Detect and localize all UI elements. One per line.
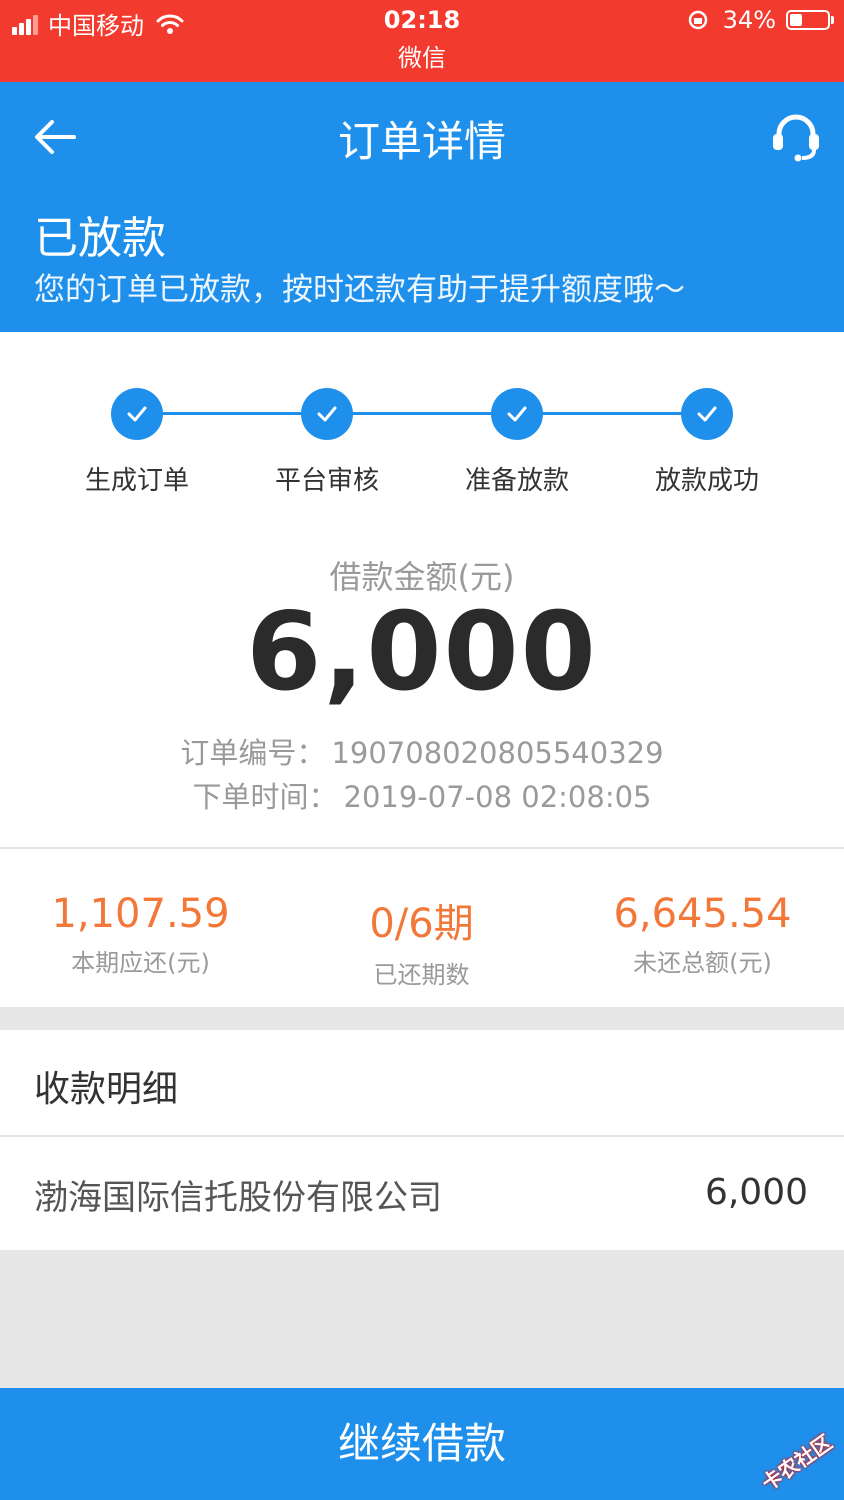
stat-outstanding-total: 6,645.54 未还总额(元) [562, 891, 843, 978]
rotation-lock-icon [688, 10, 707, 30]
divider [0, 1135, 844, 1137]
step-prepare-disbursement: 准备放款 [422, 388, 612, 497]
payee-amount: 6,000 [704, 1172, 808, 1213]
check-icon [111, 388, 163, 440]
stat-current-due: 1,107.59 本期应还(元) [0, 891, 281, 978]
stat-value: 0/6期 [369, 901, 474, 947]
order-time: 2019-07-08 02:08:05 [343, 780, 652, 814]
stat-value: 6,645.54 [613, 891, 792, 937]
continue-borrow-button[interactable]: 继续借款 [0, 1388, 844, 1500]
status-bar: 中国移动 02:18 微信 34% [0, 0, 844, 82]
order-number-row: 订单编号： 190708020805540329 [0, 730, 844, 772]
stat-label: 已还期数 [373, 961, 470, 989]
order-time-row: 下单时间： 2019-07-08 02:08:05 [0, 774, 844, 816]
check-icon [301, 388, 353, 440]
step-label: 放款成功 [654, 466, 759, 496]
order-status-title: 已放款 [34, 213, 166, 264]
status-right: 34% [687, 6, 834, 34]
header: 订单详情 已放款 您的订单已放款，按时还款有助于提升额度哦～ [0, 82, 844, 332]
step-label: 准备放款 [464, 466, 569, 496]
repayment-stats: 1,107.59 本期应还(元) 0/6期 已还期数 6,645.54 未还总额… [0, 849, 844, 1007]
page-title: 订单详情 [337, 117, 506, 166]
battery-percent: 34% [722, 6, 776, 34]
headset-icon[interactable] [770, 110, 822, 162]
step-disbursed: 放款成功 [612, 388, 802, 497]
step-platform-review: 平台审核 [232, 388, 422, 497]
section-title: 收款明细 [34, 1069, 179, 1110]
order-time-label: 下单时间： [192, 780, 338, 814]
payee-name: 渤海国际信托股份有限公司 [34, 1178, 442, 1218]
app-name: 微信 [398, 44, 446, 72]
stat-label: 未还总额(元) [633, 949, 772, 977]
loan-amount: 6,000 [246, 590, 598, 715]
order-number: 190708020805540329 [331, 736, 664, 770]
step-create-order: 生成订单 [42, 388, 232, 497]
progress-steps: 生成订单 平台审核 准备放款 放款成功 [0, 332, 844, 512]
stat-periods-paid: 0/6期 已还期数 [281, 891, 562, 990]
order-summary-card: 生成订单 平台审核 准备放款 放款成功 借款金额(元) 6,000 订单编号： 1… [0, 332, 844, 847]
order-number-label: 订单编号： [180, 736, 326, 770]
step-label: 生成订单 [84, 466, 189, 496]
check-icon [681, 388, 733, 440]
stat-label: 本期应还(元) [71, 949, 210, 977]
battery-icon [786, 10, 834, 30]
stat-value: 1,107.59 [51, 891, 230, 937]
check-icon [491, 388, 543, 440]
receipt-section: 收款明细 渤海国际信托股份有限公司 6,000 [0, 1030, 844, 1250]
order-status-desc: 您的订单已放款，按时还款有助于提升额度哦～ [34, 272, 685, 308]
step-label: 平台审核 [274, 466, 379, 496]
